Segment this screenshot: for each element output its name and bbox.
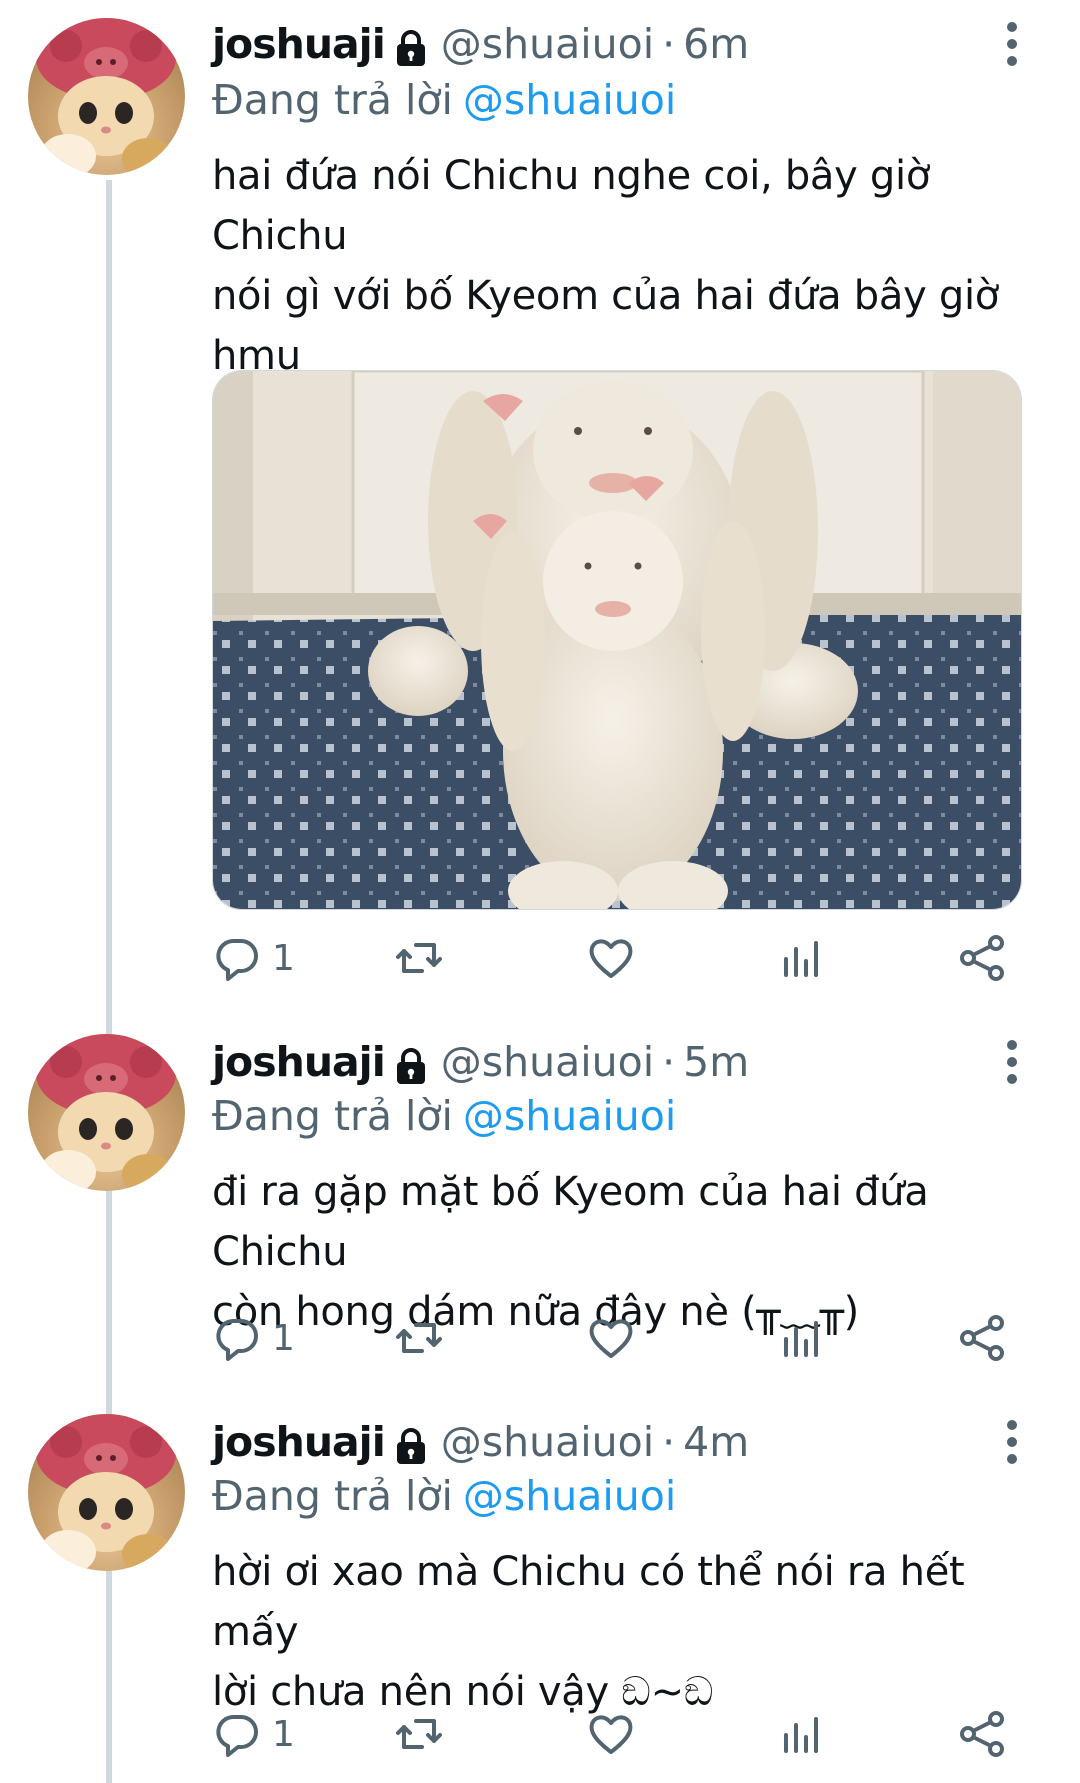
separator-dot: · [662, 20, 676, 68]
replying-to-label: Đang trả lời [212, 1472, 453, 1520]
like-button[interactable] [586, 1308, 636, 1368]
bar-chart-icon [784, 1321, 818, 1357]
replying-to: Đang trả lời @shuaiuoi [212, 72, 676, 128]
reply-button[interactable]: 1 [212, 1704, 295, 1764]
tweet-header: joshuaji @shuaiuoi · 5m [212, 1032, 990, 1092]
share-icon [960, 1315, 1004, 1361]
more-vertical-icon[interactable] [992, 1412, 1032, 1472]
user-handle[interactable]: @shuaiuoi [441, 1032, 654, 1092]
views-button[interactable] [778, 1704, 828, 1764]
reply-count: 1 [272, 1317, 295, 1359]
separator-dot: · [662, 1418, 676, 1466]
reply-button[interactable]: 1 [212, 928, 295, 988]
reply-mention-link[interactable]: @shuaiuoi [463, 76, 676, 124]
share-icon [960, 1711, 1004, 1757]
lock-icon [391, 24, 431, 66]
tweet-actions: 1 [212, 1308, 1022, 1368]
bar-chart-icon [784, 941, 818, 977]
share-button[interactable] [958, 1704, 1008, 1764]
lock-icon [391, 1422, 431, 1464]
reply-mention-link[interactable]: @shuaiuoi [463, 1092, 676, 1140]
views-button[interactable] [778, 1308, 828, 1368]
display-name[interactable]: joshuaji [212, 14, 386, 74]
more-vertical-icon[interactable] [992, 1032, 1032, 1092]
tweet-actions: 1 [212, 1704, 1022, 1764]
timestamp[interactable]: 6m [683, 14, 749, 74]
reply-button[interactable]: 1 [212, 1308, 295, 1368]
reply-icon [216, 939, 258, 981]
like-button[interactable] [586, 1704, 636, 1764]
more-vertical-icon[interactable] [992, 14, 1032, 74]
user-handle[interactable]: @shuaiuoi [441, 1412, 654, 1472]
retweet-button[interactable] [394, 928, 444, 988]
timestamp[interactable]: 5m [683, 1032, 749, 1092]
retweet-icon [396, 943, 442, 973]
heart-icon [589, 939, 633, 978]
lock-icon [391, 1042, 431, 1084]
share-button[interactable] [958, 928, 1008, 988]
retweet-button[interactable] [394, 1308, 444, 1368]
reply-icon [216, 1715, 258, 1757]
reply-count: 1 [272, 937, 295, 979]
avatar[interactable] [28, 18, 185, 175]
separator-dot: · [662, 1038, 676, 1086]
share-icon [960, 935, 1004, 981]
tweet-media-photo[interactable] [212, 370, 1022, 910]
tweet-text: hời ơi xao mà Chichu có thể nói ra hết m… [212, 1549, 965, 1715]
like-button[interactable] [586, 928, 636, 988]
reply-mention-link[interactable]: @shuaiuoi [463, 1472, 676, 1520]
replying-to: Đang trả lời @shuaiuoi [212, 1088, 676, 1144]
views-button[interactable] [778, 928, 828, 988]
replying-to: Đang trả lời @shuaiuoi [212, 1468, 676, 1524]
heart-icon [589, 1319, 633, 1358]
reply-icon [216, 1319, 258, 1361]
tweet-header: joshuaji @shuaiuoi · 6m [212, 14, 990, 74]
reply-thread: joshuaji @shuaiuoi · 6m Đang trả lời @shu… [0, 0, 1080, 1783]
avatar[interactable] [28, 1414, 185, 1571]
retweet-button[interactable] [394, 1704, 444, 1764]
display-name[interactable]: joshuaji [212, 1412, 386, 1472]
replying-to-label: Đang trả lời [212, 76, 453, 124]
retweet-icon [396, 1323, 442, 1353]
avatar[interactable] [28, 1034, 185, 1191]
retweet-icon [396, 1719, 442, 1749]
tweet-header: joshuaji @shuaiuoi · 4m [212, 1412, 990, 1472]
reply-count: 1 [272, 1713, 295, 1755]
tweet-actions: 1 [212, 928, 1022, 988]
timestamp[interactable]: 4m [683, 1412, 749, 1472]
heart-icon [589, 1715, 633, 1754]
bar-chart-icon [784, 1717, 818, 1753]
user-handle[interactable]: @shuaiuoi [441, 14, 654, 74]
share-button[interactable] [958, 1308, 1008, 1368]
replying-to-label: Đang trả lời [212, 1092, 453, 1140]
display-name[interactable]: joshuaji [212, 1032, 386, 1092]
